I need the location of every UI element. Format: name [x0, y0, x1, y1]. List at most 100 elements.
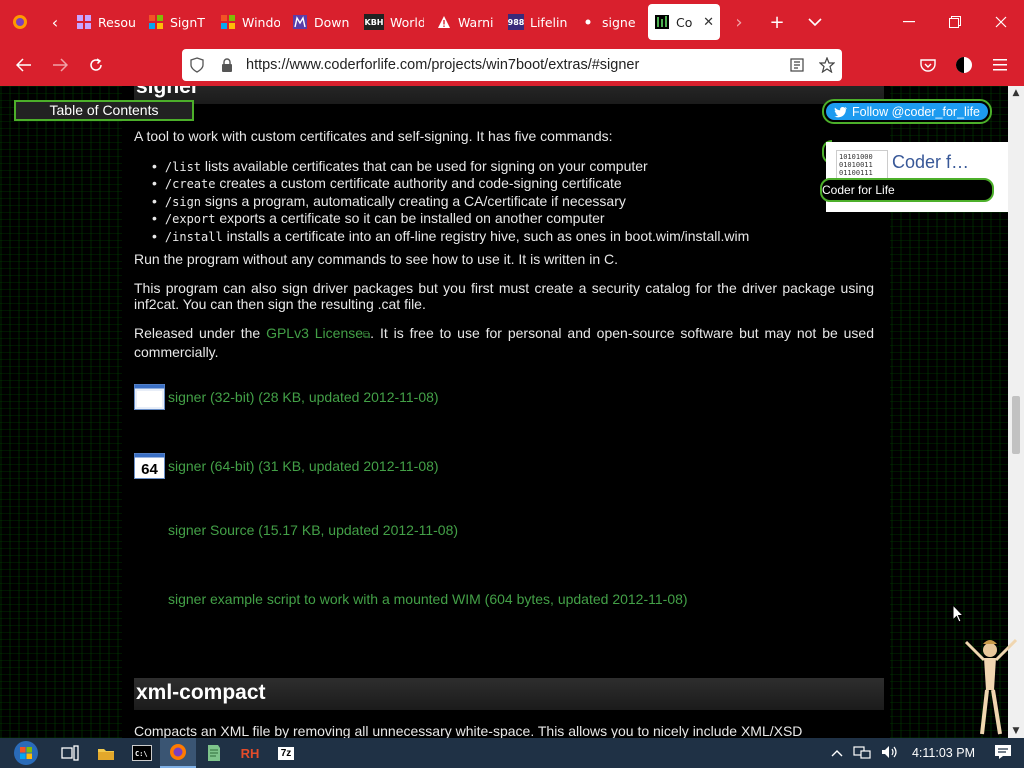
lock-icon[interactable] — [212, 49, 242, 81]
pocket-icon[interactable] — [910, 47, 946, 83]
clock-time[interactable]: 4:11:03 PM — [912, 746, 975, 760]
mouse-cursor-icon — [952, 604, 964, 623]
resource-hacker-icon[interactable]: RH — [232, 738, 268, 768]
hamburger-menu-icon[interactable] — [982, 47, 1018, 83]
download-signer-source[interactable]: signer Source (15.17 KB, updated 2012-11… — [134, 522, 458, 538]
follow-label: Follow @coder_for_life — [851, 104, 981, 119]
scrollbar-thumb[interactable] — [1012, 396, 1020, 454]
dancer-figure-icon — [964, 638, 1018, 735]
firefox-taskbar-icon[interactable] — [160, 738, 196, 768]
file-explorer-icon[interactable] — [88, 738, 124, 768]
xml-compact-intro: Compacts an XML file by removing all unn… — [134, 723, 803, 738]
new-tab-icon[interactable]: + — [758, 0, 796, 44]
reader-view-icon[interactable] — [782, 49, 812, 81]
twitter-follow-button[interactable]: Follow @coder_for_life — [822, 99, 992, 124]
cmd-prompt-text: C:\ — [135, 750, 148, 758]
table-of-contents-button[interactable]: Table of Contents — [14, 100, 194, 121]
command-desc: creates a custom certificate authority a… — [215, 175, 622, 192]
command-prompt-icon[interactable]: C:\ — [124, 738, 160, 768]
window-32-icon — [134, 384, 165, 410]
tab-label: Lifelin — [530, 14, 568, 30]
tab-windows[interactable]: Windo — [214, 4, 286, 40]
list-item: /sign signs a program, automatically cre… — [152, 193, 749, 210]
download-label[interactable]: signer (32-bit) (28 KB, updated 2012-11-… — [168, 389, 439, 405]
download-label[interactable]: signer example script to work with a mou… — [168, 591, 688, 607]
64-icon: 64 — [134, 453, 165, 479]
tab-coder-active[interactable]: Co ✕ — [648, 4, 720, 40]
tab-warning[interactable]: Warni — [430, 4, 502, 40]
close-window-icon[interactable] — [978, 0, 1024, 44]
tab-scroll-left-icon[interactable]: ‹ — [40, 0, 70, 44]
m-icon — [292, 14, 308, 30]
list-all-tabs-icon[interactable] — [796, 0, 834, 44]
main-content: signer A tool to work with custom certif… — [122, 86, 890, 738]
facebook-page-widget[interactable]: 10101000 01010011 01100111 Coder f… Code… — [820, 142, 1008, 212]
list-item: /export exports a certificate so it can … — [152, 210, 749, 227]
volume-icon[interactable] — [881, 745, 899, 762]
facebook-page-subtitle[interactable]: Coder for Life — [820, 178, 994, 202]
command-desc: lists available certificates that can be… — [201, 158, 648, 174]
minimize-icon[interactable] — [886, 0, 932, 44]
xml-compact-heading: xml-compact — [134, 678, 884, 710]
download-signer-32[interactable]: signer (32-bit) (28 KB, updated 2012-11-… — [134, 384, 439, 410]
7zip-label: 7z — [277, 746, 295, 760]
twitter-bird-icon — [834, 106, 847, 117]
scroll-up-icon[interactable]: ▲ — [1008, 86, 1024, 100]
tab-strip: ‹ Resou SignT Windo Down KBH World Warni… — [0, 0, 1024, 44]
driver-paragraph: This program can also sign driver packag… — [134, 280, 874, 312]
tab-signtool[interactable]: SignT — [142, 4, 214, 40]
windows-orb-icon — [14, 741, 38, 765]
tab-world[interactable]: KBH World — [358, 4, 430, 40]
tab-scroll-right-icon[interactable]: › — [720, 0, 758, 44]
task-view-icon[interactable] — [52, 738, 88, 768]
7zip-icon[interactable]: 7z — [268, 738, 304, 768]
gplv3-license-link[interactable]: GPLv3 License — [266, 325, 363, 341]
tab-label: Warni — [458, 14, 494, 30]
address-bar[interactable]: https://www.coderforlife.com/projects/wi… — [182, 49, 842, 81]
forward-icon[interactable] — [42, 47, 78, 83]
reload-icon[interactable] — [78, 47, 114, 83]
navigation-toolbar: https://www.coderforlife.com/projects/wi… — [0, 44, 1024, 86]
coder-icon — [654, 14, 670, 30]
start-button[interactable] — [0, 738, 52, 768]
tab-label: Co — [676, 14, 693, 30]
988-icon: 988 — [508, 14, 524, 30]
license-paragraph: Released under the GPLv3 License⧉. It is… — [134, 325, 874, 360]
tab-resources[interactable]: Resou — [70, 4, 142, 40]
download-signer-script[interactable]: signer example script to work with a mou… — [134, 591, 688, 607]
tab-label: Down — [314, 14, 350, 30]
list-item: /install installs a certificate into an … — [152, 228, 749, 245]
tab-signer[interactable]: signe — [574, 4, 646, 40]
url-text[interactable]: https://www.coderforlife.com/projects/wi… — [246, 57, 782, 73]
close-tab-icon[interactable]: ✕ — [703, 15, 714, 30]
download-label[interactable]: signer Source (15.17 KB, updated 2012-11… — [168, 522, 458, 538]
list-item: /create creates a custom certificate aut… — [152, 175, 749, 192]
64-badge-text: 64 — [141, 461, 158, 478]
tab-label: Windo — [242, 14, 280, 30]
tab-lifeline[interactable]: 988 Lifelin — [502, 4, 574, 40]
tracking-protection-icon[interactable] — [182, 49, 212, 81]
run-paragraph: Run the program without any commands to … — [134, 251, 618, 267]
restore-icon[interactable] — [932, 0, 978, 44]
kbh-icon: KBH — [364, 14, 384, 30]
action-center-icon[interactable] — [994, 744, 1012, 763]
download-label[interactable]: signer (64-bit) (31 KB, updated 2012-11-… — [168, 458, 439, 474]
download-signer-64[interactable]: 64 signer (64-bit) (31 KB, updated 2012-… — [134, 453, 439, 479]
signer-heading: signer — [134, 86, 884, 104]
command-desc: signs a program, automatically creating … — [201, 192, 626, 209]
show-hidden-icons-chevron-icon[interactable] — [831, 746, 843, 760]
windows-icon — [148, 14, 164, 30]
command-name: /sign — [164, 194, 202, 209]
account-icon[interactable] — [946, 47, 982, 83]
dot-icon — [580, 14, 596, 30]
network-icon[interactable] — [853, 745, 871, 762]
back-icon[interactable] — [6, 47, 42, 83]
tab-downloads[interactable]: Down — [286, 4, 358, 40]
system-tray: 4:11:03 PM — [826, 738, 1024, 768]
bookmark-star-icon[interactable] — [812, 49, 842, 81]
firefox-view-icon[interactable] — [0, 0, 40, 44]
tab-label: Resou — [98, 14, 136, 30]
notepad-plus-icon[interactable] — [196, 738, 232, 768]
facebook-page-title[interactable]: Coder f… — [892, 152, 969, 173]
tab-label: signe — [602, 14, 636, 30]
